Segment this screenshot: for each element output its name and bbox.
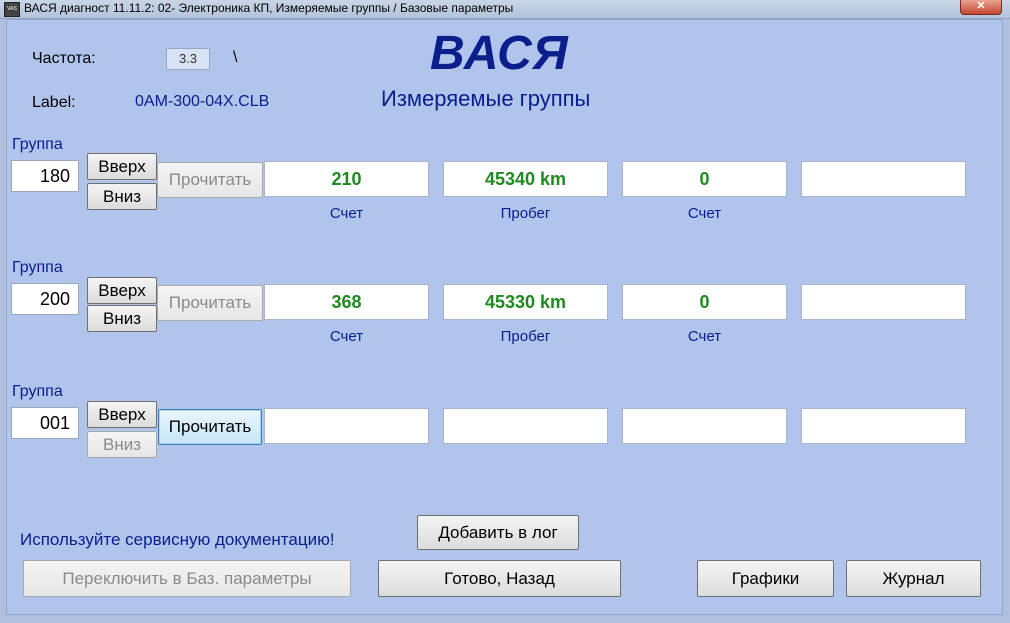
group-1-value-3: 0 <box>622 161 787 197</box>
label-file: 0AM-300-04X.CLB <box>135 93 270 110</box>
group-1-value-4 <box>801 161 966 197</box>
group-2-caption-3: Счет <box>687 328 722 345</box>
group-2-down-button[interactable]: Вниз <box>87 305 157 332</box>
group-3-up-button[interactable]: Вверх <box>87 401 157 428</box>
journal-button[interactable]: Журнал <box>846 560 981 597</box>
group-3-read-button[interactable]: Прочитать <box>158 409 262 445</box>
group-1-up-button[interactable]: Вверх <box>87 153 157 180</box>
group-1-label: Группа <box>12 136 63 153</box>
app-icon: VAS <box>4 2 20 17</box>
group-2-value-3: 0 <box>622 284 787 320</box>
title-bar: VAS ВАСЯ диагност 11.11.2: 02- Электрони… <box>0 0 1010 19</box>
service-doc-hint: Используйте сервисную документацию! <box>20 530 335 549</box>
frequency-label: Частота: <box>32 50 96 67</box>
group-1-read-button[interactable]: Прочитать <box>157 162 263 198</box>
group-2-caption-1: Счет <box>329 328 364 345</box>
done-back-button[interactable]: Готово, Назад <box>378 560 621 597</box>
page-title: Измеряемые группы <box>381 86 591 111</box>
activity-indicator: \ <box>233 49 238 66</box>
group-3-number-input[interactable]: 001 <box>11 407 79 439</box>
group-2-label: Группа <box>12 259 63 276</box>
group-2-read-button[interactable]: Прочитать <box>157 285 263 321</box>
group-2-up-button[interactable]: Вверх <box>87 277 157 304</box>
group-3-label: Группа <box>12 383 63 400</box>
group-3-value-4 <box>801 408 966 444</box>
window-title: ВАСЯ диагност 11.11.2: 02- Электроника К… <box>24 1 514 15</box>
group-2-value-4 <box>801 284 966 320</box>
group-1-value-2: 45340 km <box>443 161 608 197</box>
label-caption: Label: <box>32 94 76 111</box>
group-1-value-1: 210 <box>264 161 429 197</box>
group-1-caption-2: Пробег <box>500 205 551 222</box>
group-3-down-button[interactable]: Вниз <box>87 431 157 458</box>
group-2-value-1: 368 <box>264 284 429 320</box>
group-2-value-2: 45330 km <box>443 284 608 320</box>
graphs-button[interactable]: Графики <box>697 560 834 597</box>
group-3-value-1 <box>264 408 429 444</box>
group-3-value-3 <box>622 408 787 444</box>
group-3-value-2 <box>443 408 608 444</box>
group-1-caption-1: Счет <box>329 205 364 222</box>
app-logo: ВАСЯ <box>430 27 569 80</box>
group-2-caption-2: Пробег <box>500 328 551 345</box>
close-button[interactable]: ✕ <box>960 0 1002 15</box>
group-1-down-button[interactable]: Вниз <box>87 183 157 210</box>
add-to-log-button[interactable]: Добавить в лог <box>417 515 579 550</box>
group-1-caption-3: Счет <box>687 205 722 222</box>
group-1-number-input[interactable]: 180 <box>11 160 79 192</box>
frequency-value: 3.3 <box>166 48 210 70</box>
switch-basic-params-button[interactable]: Переключить в Баз. параметры <box>23 560 351 597</box>
group-2-number-input[interactable]: 200 <box>11 283 79 315</box>
